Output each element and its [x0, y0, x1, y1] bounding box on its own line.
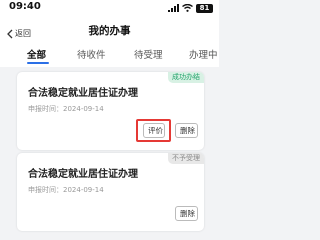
date-label: 申报时间： [28, 105, 63, 113]
wifi-icon [182, 4, 193, 12]
status-icons: 81 [168, 3, 213, 13]
status-bar: 09:40 81 [0, 0, 219, 17]
tab-pending-receipt[interactable]: 待收件 [77, 47, 106, 61]
date-value: 2024-09-14 [63, 105, 104, 113]
submission-date: 申报时间：2024-09-14 [28, 185, 104, 195]
status-badge: 成功办结 [168, 72, 204, 83]
application-card[interactable]: 不予受理 合法稳定就业居住证办理 申报时间：2024-09-14 删除 [17, 153, 204, 231]
application-card[interactable]: 成功办结 合法稳定就业居住证办理 申报时间：2024-09-14 评价 删除 [17, 72, 204, 150]
review-button[interactable]: 评价 [143, 123, 165, 138]
tab-active-indicator [27, 62, 49, 64]
battery-icon: 81 [196, 3, 213, 13]
nav-bar: 返回 我的办事 [0, 17, 219, 43]
date-value: 2024-09-14 [63, 186, 104, 194]
tab-all[interactable]: 全部 [27, 47, 46, 61]
delete-button[interactable]: 删除 [175, 206, 198, 221]
date-label: 申报时间： [28, 186, 63, 194]
tab-pending-acceptance[interactable]: 待受理 [134, 47, 163, 61]
status-time: 09:40 [9, 1, 41, 12]
submission-date: 申报时间：2024-09-14 [28, 104, 104, 114]
delete-button[interactable]: 删除 [175, 123, 198, 138]
tab-in-progress[interactable]: 办理中 [189, 47, 218, 61]
page-title: 我的办事 [88, 25, 131, 37]
signal-icon [168, 4, 179, 12]
card-title: 合法稳定就业居住证办理 [28, 88, 138, 99]
card-title: 合法稳定就业居住证办理 [28, 169, 138, 180]
status-badge: 不予受理 [168, 153, 204, 164]
tab-bar: 全部 待收件 待受理 办理中 [0, 43, 219, 67]
